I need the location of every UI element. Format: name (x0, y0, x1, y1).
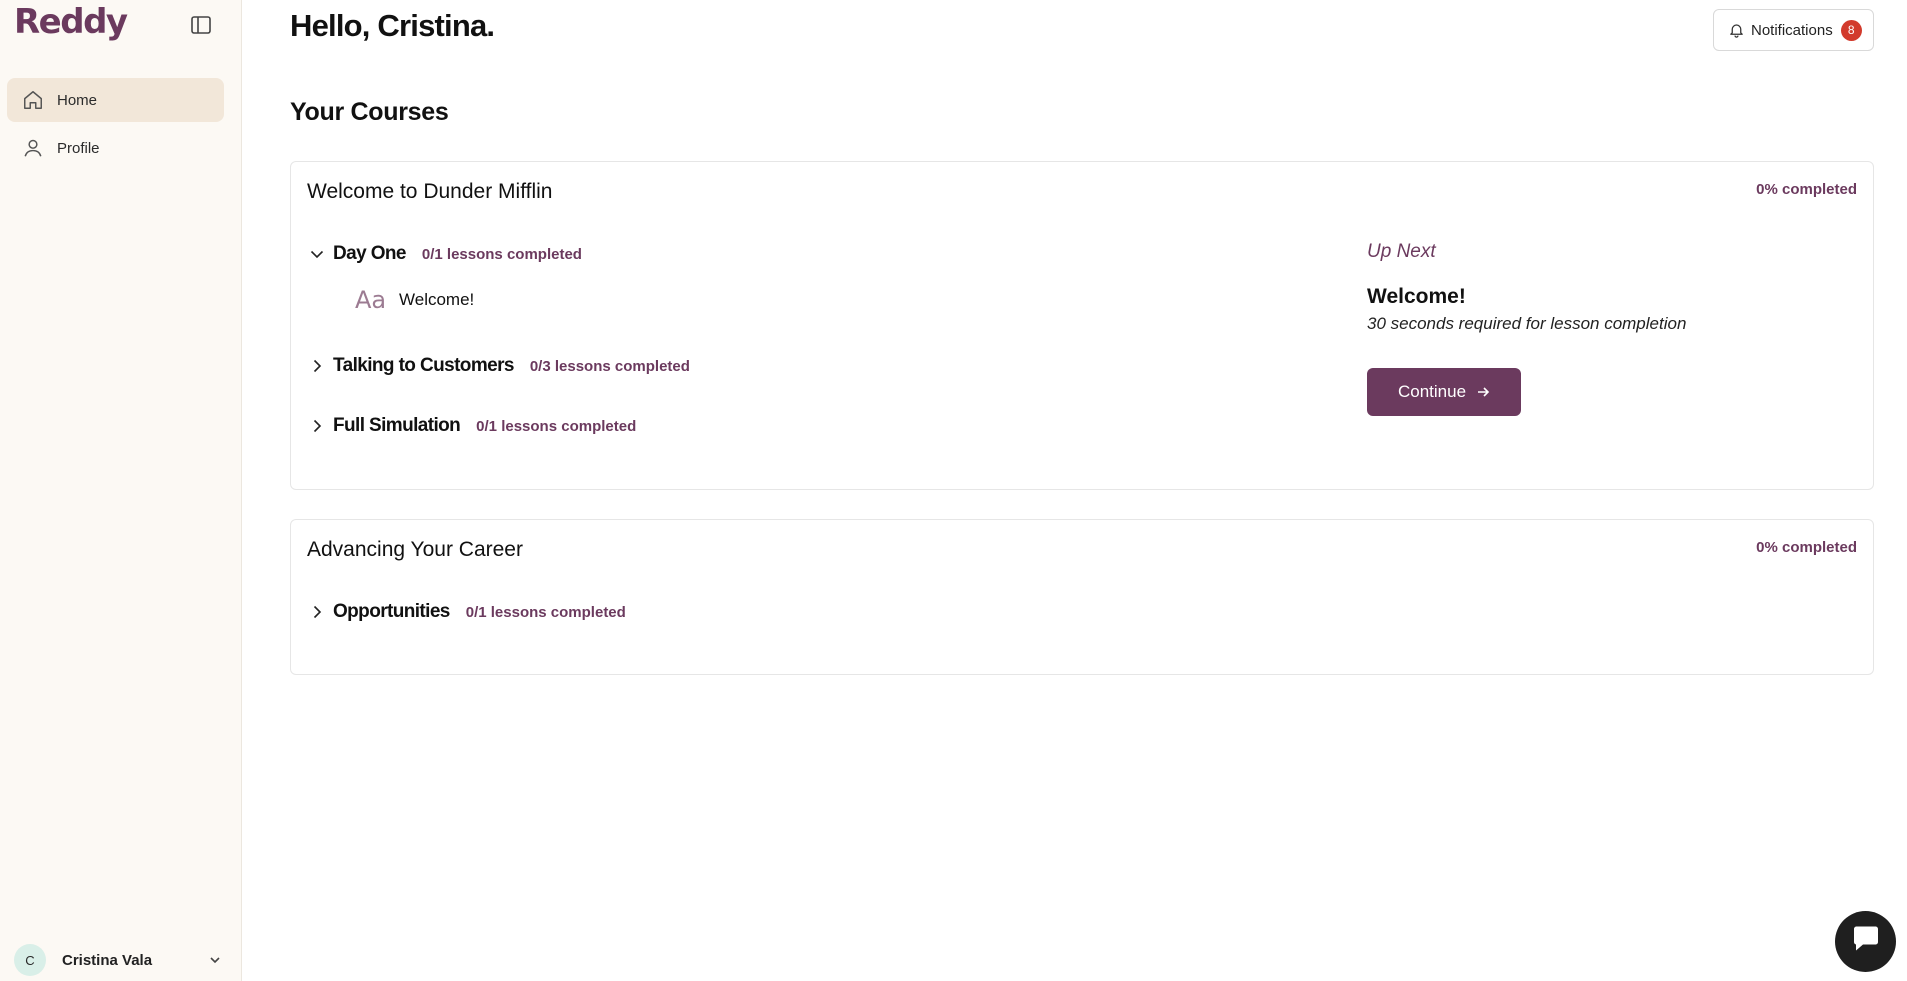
module-name: Talking to Customers (333, 355, 514, 376)
module-name: Day One (333, 243, 406, 264)
course-progress: 0% completed (1756, 539, 1857, 556)
sidebar-item-profile[interactable]: Profile (7, 126, 224, 170)
up-next-lesson-title: Welcome! (1367, 285, 1466, 308)
module-lesson-count: 0/3 lessons completed (529, 357, 690, 375)
chevron-right-icon (307, 356, 327, 376)
page-title: Hello, Cristina. (290, 8, 495, 43)
continue-button-label: Continue (1397, 382, 1467, 401)
sidebar-item-label: Home (57, 91, 98, 109)
chevron-right-icon (307, 602, 327, 622)
chevron-down-icon (206, 951, 224, 969)
up-next-requirement: 30 seconds required for lesson completio… (1367, 314, 1687, 333)
up-next-label: Up Next (1367, 241, 1436, 262)
home-icon (21, 88, 45, 112)
module-name: Full Simulation (333, 415, 461, 436)
module-name: Opportunities (333, 601, 450, 622)
user-icon (21, 136, 45, 160)
module-lesson-count: 0/1 lessons completed (476, 417, 637, 435)
notifications-button[interactable]: Notifications 8 (1713, 9, 1874, 51)
chat-icon (1851, 925, 1881, 958)
module-row-talking-to-customers[interactable]: Talking to Customers 0/3 lessons complet… (307, 353, 690, 379)
chat-button[interactable] (1835, 911, 1896, 972)
chevron-right-icon (307, 416, 327, 436)
sidebar-toggle-icon[interactable] (190, 14, 212, 36)
bell-icon (1727, 21, 1745, 39)
section-title: Your Courses (290, 98, 449, 126)
continue-button[interactable]: Continue (1367, 368, 1521, 416)
notification-count-badge: 8 (1840, 19, 1862, 41)
avatar: C (14, 944, 46, 976)
course-card: Advancing Your Career 0% completed Oppor… (290, 519, 1874, 675)
course-card: Welcome to Dunder Mifflin 0% completed D… (290, 161, 1874, 490)
module-row-full-simulation[interactable]: Full Simulation 0/1 lessons completed (307, 413, 636, 439)
text-lesson-icon: Aa (355, 286, 387, 314)
module-lesson-count: 0/1 lessons completed (421, 245, 582, 263)
lesson-item[interactable]: Aa Welcome! (355, 285, 474, 315)
app-logo[interactable]: Reddy (14, 2, 128, 42)
sidebar-item-home[interactable]: Home (7, 78, 224, 122)
module-row-opportunities[interactable]: Opportunities 0/1 lessons completed (307, 599, 626, 625)
course-title: Welcome to Dunder Mifflin (307, 180, 553, 203)
arrow-right-icon (1476, 385, 1490, 399)
user-name: Cristina Vala (62, 951, 153, 969)
course-title: Advancing Your Career (307, 538, 523, 561)
sidebar-item-label: Profile (57, 139, 100, 157)
course-progress: 0% completed (1756, 181, 1857, 198)
module-row-day-one[interactable]: Day One 0/1 lessons completed (307, 241, 582, 267)
lesson-title: Welcome! (399, 290, 475, 309)
user-menu[interactable]: C Cristina Vala (14, 944, 224, 976)
notifications-label: Notifications (1751, 21, 1833, 39)
module-lesson-count: 0/1 lessons completed (465, 603, 626, 621)
chevron-down-icon (307, 244, 327, 264)
sidebar: Reddy Home Profile C Cristina Vala (0, 0, 242, 981)
